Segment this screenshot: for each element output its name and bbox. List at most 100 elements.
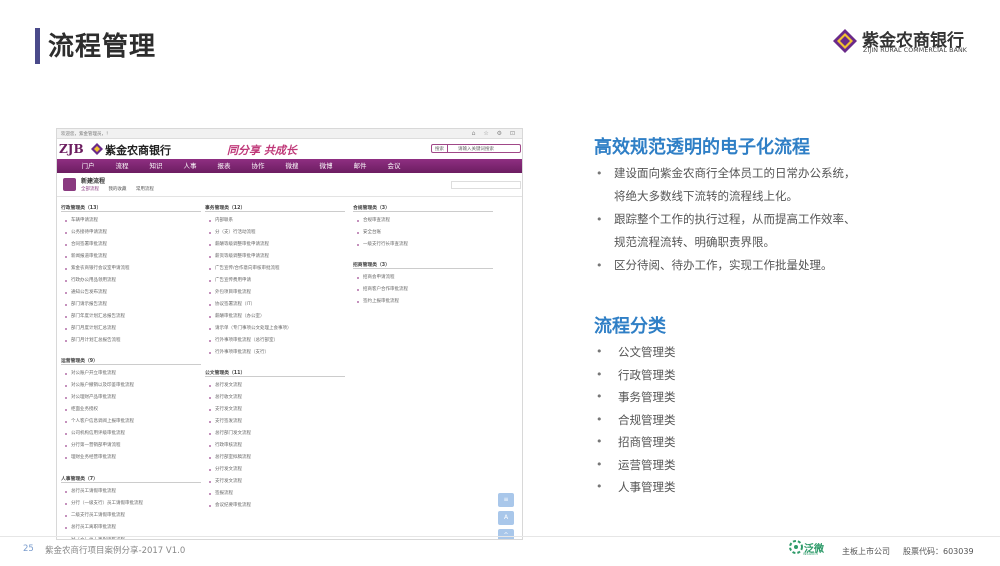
- process-link[interactable]: 部门月计划汇总报告流程: [61, 335, 201, 347]
- process-link[interactable]: 外包项目审批流程: [205, 287, 345, 299]
- tab-favorites[interactable]: 我的收藏: [108, 187, 126, 192]
- process-link[interactable]: 部门年度计划汇总报告流程: [61, 311, 201, 323]
- heading-efficient-process: 高效规范透明的电子化流程: [594, 137, 810, 158]
- process-link[interactable]: 支行签发流程: [205, 416, 345, 428]
- process-link[interactable]: 协议签署流程（IT）: [205, 299, 345, 311]
- header-search-input[interactable]: 请输入关键词搜索: [458, 146, 494, 152]
- process-link[interactable]: 理财业务经营审批流程: [61, 452, 201, 464]
- header-search[interactable]: 搜索 请输入关键词搜索: [431, 144, 521, 153]
- weaver-sub: WEAVER: [803, 552, 818, 556]
- nav-item[interactable]: 微搜: [275, 159, 309, 173]
- nav-item[interactable]: 人事: [173, 159, 207, 173]
- process-link[interactable]: 分行发文流程: [205, 464, 345, 476]
- process-link[interactable]: 合规审查流程: [353, 215, 493, 227]
- category-column: 公文管理类（11） 总行发文流程 总行收文流程 支行发文流程 支行签发流程 总行部门发文流…: [205, 369, 345, 512]
- process-link[interactable]: 对公账户撤销以及印鉴审批流程: [61, 380, 201, 392]
- process-link[interactable]: 新闻报道审批流程: [61, 251, 201, 263]
- process-link[interactable]: 行政审核流程: [205, 440, 345, 452]
- nav-item[interactable]: 门户: [71, 159, 105, 173]
- header-search-button[interactable]: 搜索: [432, 145, 448, 152]
- browser-toolbar-icons[interactable]: ⌂ ☆ ⚙ ⊡: [472, 130, 518, 137]
- process-link[interactable]: 行政办公用品领用流程: [61, 275, 201, 287]
- process-link[interactable]: 招商会申请流程: [353, 272, 493, 284]
- process-link[interactable]: 广告宣传/合作意向审核审批流程: [205, 263, 345, 275]
- stock-code: 股票代码：603039: [903, 547, 974, 556]
- process-link[interactable]: 行外事项审批流程（支行）: [205, 347, 345, 359]
- process-link[interactable]: 合同签署审批流程: [61, 239, 201, 251]
- process-link[interactable]: 公务接待申请流程: [61, 227, 201, 239]
- process-link[interactable]: 分（支）行活动流程: [205, 227, 345, 239]
- process-link[interactable]: 公司机构信用评级审批流程: [61, 428, 201, 440]
- process-link[interactable]: 薪酬审批流程（办公室）: [205, 311, 345, 323]
- process-title: 新建流程: [81, 178, 106, 185]
- list-view-icon[interactable]: ≡: [498, 493, 514, 507]
- process-link[interactable]: 签约上报审批流程: [353, 296, 493, 308]
- process-link[interactable]: 总行员工请假审批流程: [61, 486, 201, 498]
- process-link[interactable]: 一级支行行长审查流程: [353, 239, 493, 251]
- process-link[interactable]: 个人客户信息调阅上报审批流程: [61, 416, 201, 428]
- process-link[interactable]: 对公账户开立审批流程: [61, 368, 201, 380]
- page-number: 25: [23, 544, 34, 554]
- category-title: 运营管理类（9）: [61, 357, 201, 365]
- font-size-icon[interactable]: A: [498, 511, 514, 525]
- process-link[interactable]: 部门请示报告流程: [61, 299, 201, 311]
- zjb-logo: ZJB: [59, 142, 84, 156]
- nav-item[interactable]: 微博: [309, 159, 343, 173]
- process-link[interactable]: 总行收文流程: [205, 392, 345, 404]
- category-title: 事务管理类（12）: [205, 204, 345, 212]
- process-link[interactable]: 内部联系: [205, 215, 345, 227]
- process-link[interactable]: 紫金农商银行会议室申请流程: [61, 263, 201, 275]
- process-link[interactable]: 广告宣传费用申请: [205, 275, 345, 287]
- feature-bullet: 跟踪整个工作的执行过程，从而提高工作效率、规范流程流转、明确职责界限。: [596, 208, 866, 254]
- process-link[interactable]: 二级支行员工请假审批流程: [61, 510, 201, 522]
- process-link[interactable]: 支行发文流程: [205, 476, 345, 488]
- category-title: 公文管理类（11）: [205, 369, 345, 377]
- main-navbar: 门户 流程 知识 人事 报表 协作 微搜 微博 邮件 会议: [57, 159, 522, 173]
- bank-slogan: 同分享 共成长: [227, 144, 297, 157]
- process-link[interactable]: 招商客户合作审批流程: [353, 284, 493, 296]
- category-item: 招商管理类: [596, 431, 796, 454]
- tab-common[interactable]: 常用流程: [136, 187, 154, 192]
- tab-all[interactable]: 全部流程: [81, 187, 99, 192]
- logo-en-text: ZIJIN RURAL COMMERCIAL BANK: [863, 47, 968, 54]
- category-item: 行政管理类: [596, 364, 796, 387]
- nav-item[interactable]: 知识: [139, 159, 173, 173]
- nav-item[interactable]: 会议: [377, 159, 411, 173]
- category-column: 合规管理类（3） 合规审查流程 安全台账 一级支行行长审查流程: [353, 204, 493, 251]
- nav-item[interactable]: 协作: [241, 159, 275, 173]
- process-link[interactable]: 薪资等级调整审批申请流程: [205, 251, 345, 263]
- process-link[interactable]: 总行发文流程: [205, 380, 345, 392]
- process-search-input[interactable]: [451, 181, 521, 189]
- category-item: 公文管理类: [596, 341, 796, 364]
- process-link[interactable]: 柜面业务授权: [61, 404, 201, 416]
- process-link[interactable]: 分行第一营销部申请流程: [61, 440, 201, 452]
- system-screenshot: 欢迎您，紫金管理员，！ ⌂ ☆ ⚙ ⊡ ZJB 紫金农商银行 同分享 共成长 搜…: [56, 128, 523, 540]
- category-title: 行政管理类（13）: [61, 204, 201, 212]
- process-link[interactable]: 总行员工离职审批流程: [61, 522, 201, 534]
- category-title: 人事管理类（7）: [61, 475, 201, 483]
- process-link[interactable]: 请示单（专门事项公文处理上会事项）: [205, 323, 345, 335]
- process-link[interactable]: 总行部门发文流程: [205, 428, 345, 440]
- footer-title: 紫金农商行项目案例分享-2017 V1.0: [45, 546, 186, 556]
- process-link[interactable]: 薪酬等级调整审批申请流程: [205, 239, 345, 251]
- process-link[interactable]: 对公理财产品审批流程: [61, 392, 201, 404]
- process-tabs: 全部流程 我的收藏 常用流程: [81, 186, 162, 192]
- process-link[interactable]: 总行部室拟稿流程: [205, 452, 345, 464]
- process-link[interactable]: 车辆申请流程: [61, 215, 201, 227]
- process-link[interactable]: 会议纪要审批流程: [205, 500, 345, 512]
- process-link[interactable]: 安全台账: [353, 227, 493, 239]
- process-link[interactable]: 通知公告发布流程: [61, 287, 201, 299]
- nav-item[interactable]: 报表: [207, 159, 241, 173]
- scroll-top-icon[interactable]: ^: [498, 529, 514, 539]
- process-link[interactable]: 部门月度计划汇总流程: [61, 323, 201, 335]
- category-item: 运营管理类: [596, 454, 796, 477]
- process-link[interactable]: 行外事项审批流程（总行部室）: [205, 335, 345, 347]
- process-link[interactable]: 分（支）员工离职审批流程: [61, 534, 201, 539]
- process-link[interactable]: 签报流程: [205, 488, 345, 500]
- nav-item[interactable]: 邮件: [343, 159, 377, 173]
- nav-item[interactable]: 流程: [105, 159, 139, 173]
- feature-bullet: 区分待阅、待办工作，实现工作批量处理。: [596, 254, 866, 277]
- process-link[interactable]: 分行（一级支行）员工请假审批流程: [61, 498, 201, 510]
- browser-tab[interactable]: 欢迎您，紫金管理员，！: [61, 132, 111, 137]
- process-link[interactable]: 支行发文流程: [205, 404, 345, 416]
